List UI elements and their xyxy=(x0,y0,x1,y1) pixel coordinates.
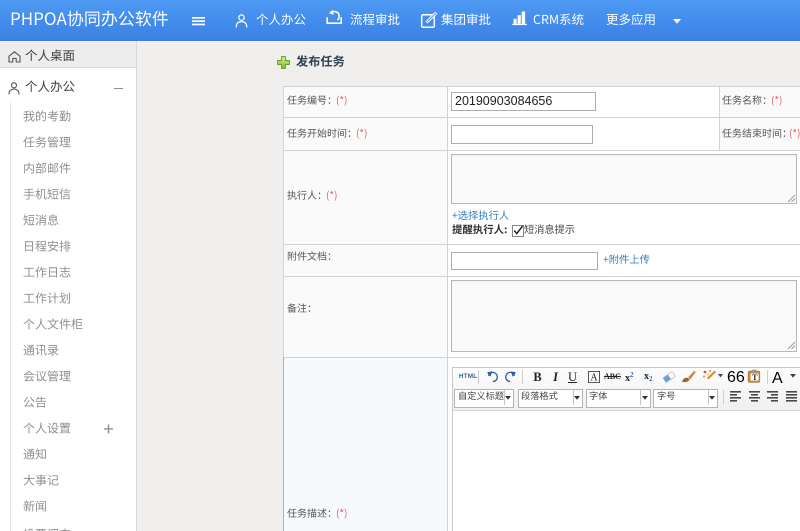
svg-text:HTML: HTML xyxy=(459,373,477,380)
svg-text:T: T xyxy=(752,373,758,382)
svg-text:A: A xyxy=(590,372,598,383)
